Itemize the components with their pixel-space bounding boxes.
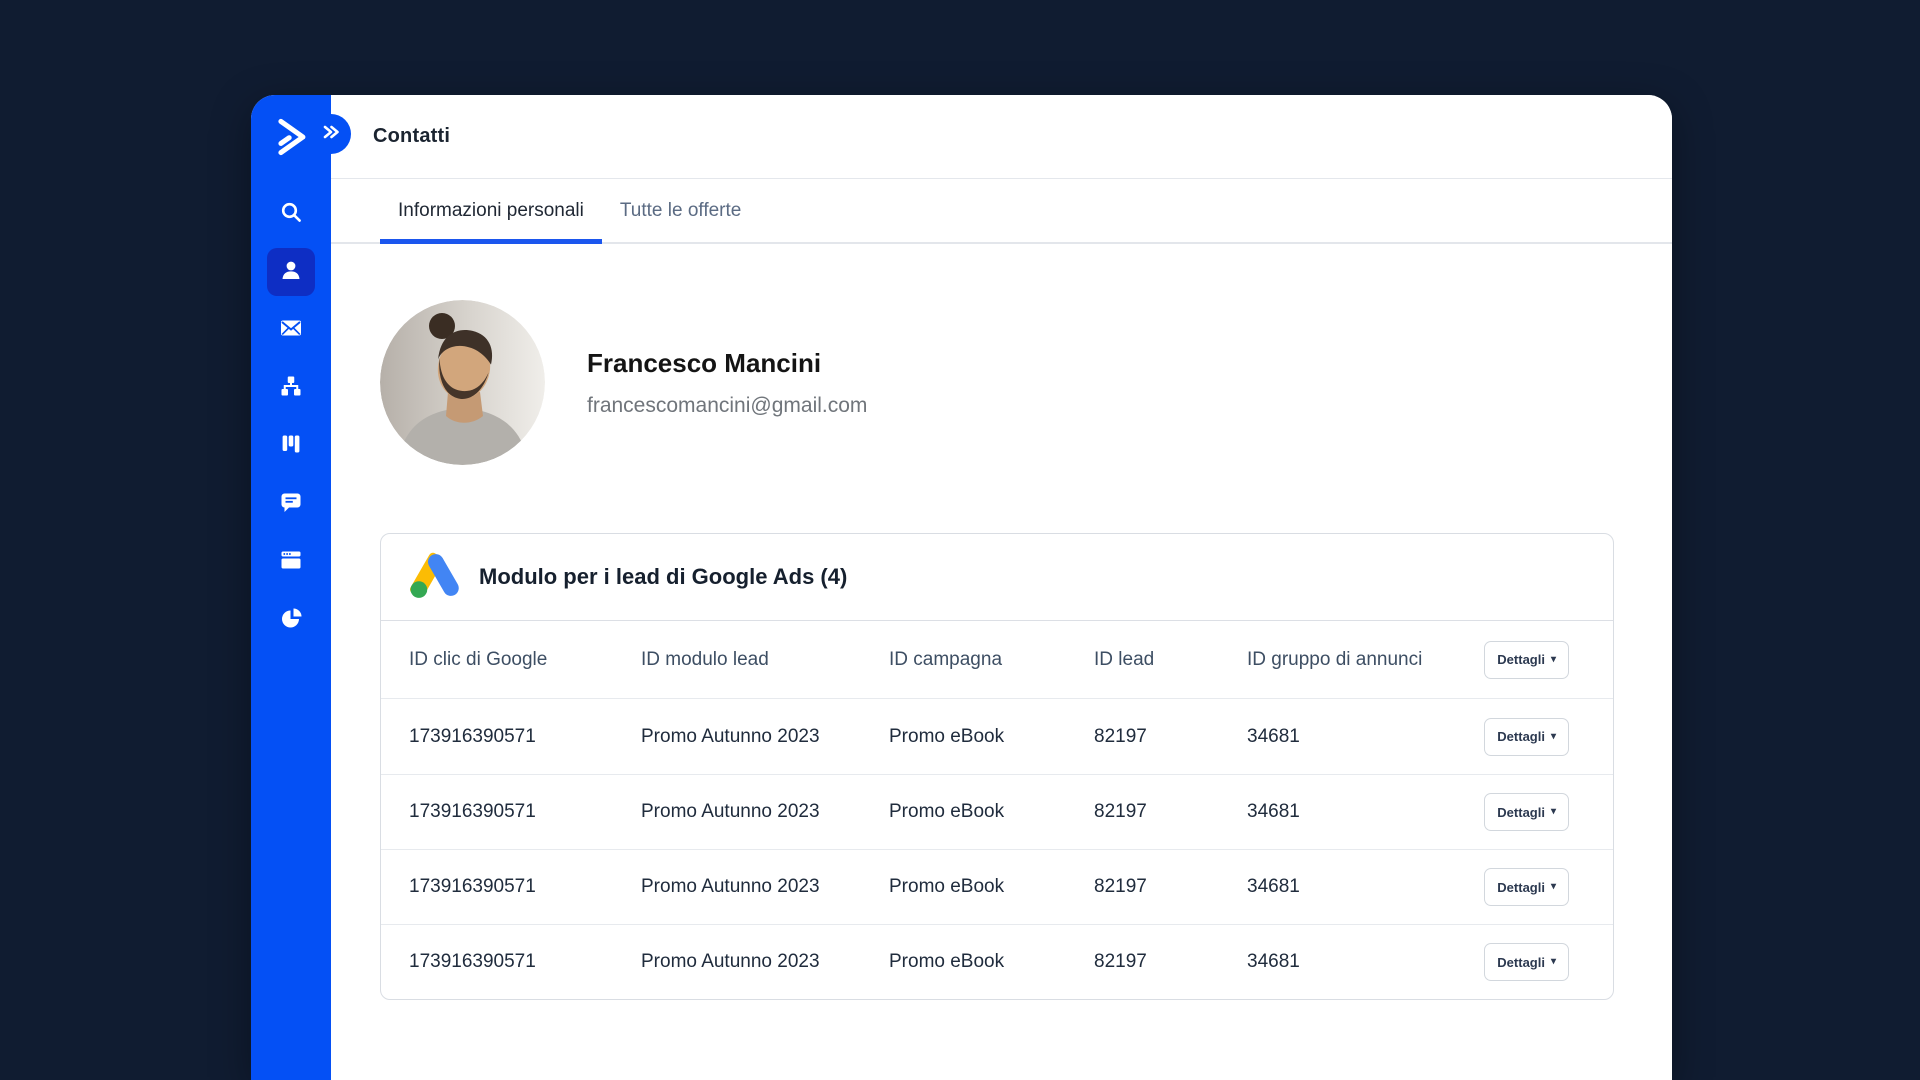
deals-kanban-icon	[279, 432, 303, 461]
content-area: Francesco Mancini francescomancini@gmail…	[331, 300, 1672, 1000]
details-button-label: Dettagli	[1497, 879, 1545, 895]
sidebar	[251, 95, 331, 1080]
main-area: Contatti Informazioni personali Tutte le…	[331, 95, 1672, 1080]
table-header-row: ID clic di Google ID modulo lead ID camp…	[381, 621, 1613, 699]
column-header-lead-id: ID lead	[1094, 648, 1155, 670]
sidebar-item-site[interactable]	[267, 538, 315, 586]
google-ads-logo-icon	[409, 550, 459, 605]
sidebar-item-reports[interactable]	[267, 596, 315, 644]
card-header: Modulo per i lead di Google Ads (4)	[381, 534, 1613, 621]
table-row: 173916390571 Promo Autunno 2023 Promo eB…	[381, 849, 1613, 924]
details-button-label: Dettagli	[1497, 804, 1545, 820]
tab-tutte-le-offerte[interactable]: Tutte le offerte	[602, 179, 759, 242]
column-header-gclid: ID clic di Google	[409, 648, 548, 670]
table-row: 173916390571 Promo Autunno 2023 Promo eB…	[381, 924, 1613, 999]
details-button-label: Dettagli	[1497, 729, 1545, 744]
column-header-campaign: ID campagna	[889, 648, 1003, 670]
sidebar-nav	[267, 190, 315, 644]
page-title: Contatti	[373, 125, 451, 147]
row-details-button[interactable]: Dettagli ▾	[1484, 868, 1569, 906]
cell-campaign: Promo eBook	[889, 725, 1005, 747]
caret-down-icon: ▾	[1550, 653, 1556, 665]
details-button-label: Dettagli	[1497, 954, 1545, 970]
page-header: Contatti	[331, 95, 1672, 179]
contact-email: francescomancini@gmail.com	[587, 393, 868, 417]
sidebar-collapse-button[interactable]	[311, 114, 351, 154]
conversations-chat-icon	[279, 490, 303, 519]
cell-lead-id: 82197	[1094, 801, 1147, 822]
cell-lead-id: 82197	[1094, 725, 1147, 747]
header-details-button[interactable]: Dettagli ▾	[1484, 640, 1569, 679]
table-body: 173916390571 Promo Autunno 2023 Promo eB…	[381, 699, 1613, 999]
row-details-button[interactable]: Dettagli ▾	[1484, 793, 1569, 831]
cell-lead-form: Promo Autunno 2023	[641, 801, 820, 822]
search-icon	[279, 200, 303, 229]
cell-ad-group: 34681	[1247, 876, 1300, 897]
cell-ad-group: 34681	[1247, 725, 1300, 747]
cell-lead-form: Promo Autunno 2023	[641, 876, 820, 897]
cell-gclid: 173916390571	[409, 876, 536, 897]
automation-sitemap-icon	[279, 374, 303, 403]
cell-gclid: 173916390571	[409, 951, 536, 972]
caret-down-icon: ▾	[1550, 881, 1556, 892]
details-button-label: Dettagli	[1497, 652, 1545, 667]
cell-campaign: Promo eBook	[889, 876, 1005, 897]
avatar	[380, 300, 545, 465]
contact-icon	[279, 258, 303, 287]
contact-profile: Francesco Mancini francescomancini@gmail…	[380, 300, 1672, 465]
tab-bar: Informazioni personali Tutte le offerte	[331, 179, 1672, 244]
cell-gclid: 173916390571	[409, 801, 536, 822]
contact-name: Francesco Mancini	[587, 347, 822, 378]
sidebar-item-search[interactable]	[267, 190, 315, 238]
card-title: Modulo per i lead di Google Ads (4)	[479, 564, 848, 589]
column-header-ad-group: ID gruppo di annunci	[1247, 648, 1423, 670]
sidebar-item-email[interactable]	[267, 306, 315, 354]
activecampaign-logo-icon	[267, 113, 315, 161]
caret-down-icon: ▾	[1550, 806, 1556, 817]
app-window: Contatti Informazioni personali Tutte le…	[251, 95, 1672, 1080]
cell-lead-id: 82197	[1094, 876, 1147, 897]
caret-down-icon: ▾	[1550, 730, 1556, 742]
sidebar-item-conversations[interactable]	[267, 480, 315, 528]
cell-lead-form: Promo Autunno 2023	[641, 951, 820, 972]
contact-info: Francesco Mancini francescomancini@gmail…	[587, 348, 867, 418]
caret-down-icon: ▾	[1550, 956, 1556, 967]
email-icon	[279, 316, 303, 345]
cell-ad-group: 34681	[1247, 801, 1300, 822]
tab-label: Tutte le offerte	[619, 199, 742, 221]
row-details-button[interactable]: Dettagli ▾	[1484, 717, 1569, 756]
cell-lead-form: Promo Autunno 2023	[641, 725, 820, 747]
tab-label: Informazioni personali	[398, 199, 584, 221]
sidebar-item-contacts[interactable]	[267, 248, 315, 296]
reports-pie-icon	[279, 606, 303, 635]
double-chevron-right-icon	[321, 124, 341, 145]
row-details-button[interactable]: Dettagli ▾	[1484, 943, 1569, 981]
cell-lead-id: 82197	[1094, 951, 1147, 972]
sidebar-item-automations[interactable]	[267, 364, 315, 412]
table-row: 173916390571 Promo Autunno 2023 Promo eB…	[381, 774, 1613, 849]
table-row: 173916390571 Promo Autunno 2023 Promo eB…	[381, 699, 1613, 774]
tab-informazioni-personali[interactable]: Informazioni personali	[380, 179, 602, 244]
cell-gclid: 173916390571	[409, 725, 536, 747]
sidebar-item-deals[interactable]	[267, 422, 315, 470]
site-browser-icon	[279, 548, 303, 577]
cell-ad-group: 34681	[1247, 951, 1300, 972]
cell-campaign: Promo eBook	[889, 801, 1005, 822]
google-ads-lead-card: Modulo per i lead di Google Ads (4) ID c…	[380, 533, 1614, 1000]
cell-campaign: Promo eBook	[889, 951, 1005, 972]
column-header-lead-form: ID modulo lead	[641, 648, 769, 670]
